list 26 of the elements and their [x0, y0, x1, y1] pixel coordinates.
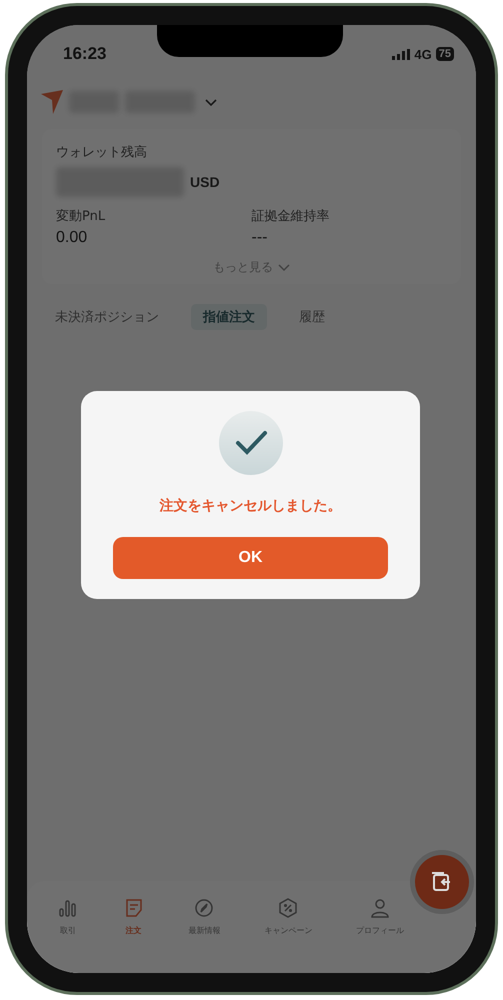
- compass-icon: [193, 897, 216, 919]
- wallet-button[interactable]: [415, 855, 469, 909]
- stat-label: 証拠金維持率: [252, 208, 330, 225]
- dialog-message: 注文をキャンセルしました。: [160, 497, 342, 515]
- stat-label: 変動PnL: [56, 208, 106, 225]
- nav-tab[interactable]: 取引: [56, 897, 79, 941]
- percent-hexagon-icon: [277, 897, 300, 919]
- nav-tab[interactable]: 注文: [122, 897, 145, 941]
- chevron-down-icon: [278, 264, 290, 272]
- currency-label: USD: [190, 174, 220, 190]
- tab[interactable]: 指値注文: [191, 304, 267, 330]
- tab[interactable]: 未決済ポジション: [43, 304, 171, 330]
- tab[interactable]: 履歴: [287, 304, 337, 330]
- chevron-down-icon[interactable]: [205, 99, 217, 107]
- checkmark-icon: [218, 411, 282, 475]
- network-label: 4G: [414, 46, 432, 62]
- status-time: 16:23: [63, 44, 106, 64]
- logo-icon: [41, 90, 63, 114]
- battery-level: 75: [436, 47, 454, 61]
- stat-value: 0.00: [56, 229, 88, 247]
- stat-value: ---: [252, 229, 268, 247]
- ok-button[interactable]: OK: [113, 537, 388, 579]
- balance-label: ウォレット残高: [56, 144, 148, 161]
- signal-icon: [392, 48, 410, 60]
- nav-tab[interactable]: 最新情報: [188, 897, 220, 941]
- person-icon: [369, 897, 392, 919]
